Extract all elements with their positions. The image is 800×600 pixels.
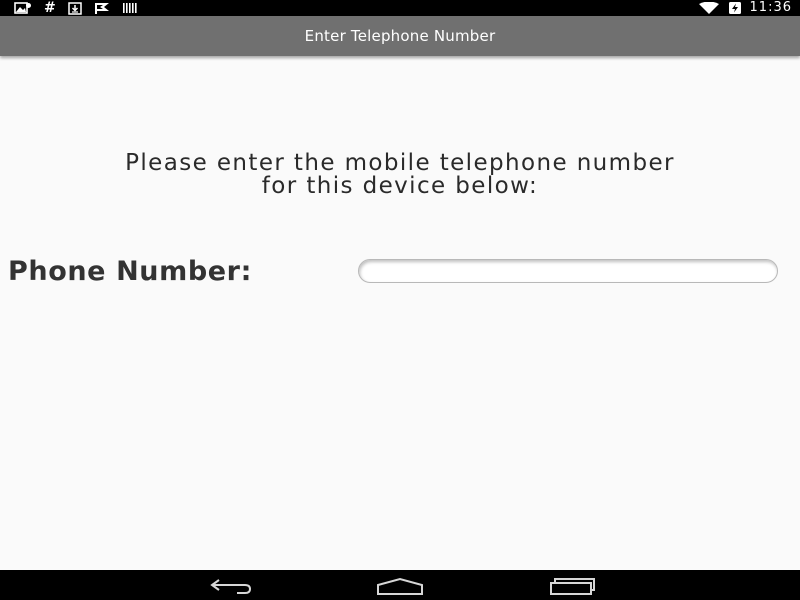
back-button[interactable] xyxy=(200,574,260,598)
home-button[interactable] xyxy=(370,574,430,598)
home-icon xyxy=(377,577,423,595)
notification-icons: # xyxy=(14,1,138,15)
download-icon xyxy=(67,1,82,15)
hash-notification-icon: # xyxy=(44,0,56,16)
page-title: Enter Telephone Number xyxy=(304,27,496,45)
flag-notification-icon xyxy=(94,3,109,14)
status-bar: # 11:36 xyxy=(0,0,800,16)
wifi-icon xyxy=(698,2,719,14)
barcode-icon xyxy=(122,3,137,13)
recent-apps-button[interactable] xyxy=(542,574,602,598)
instruction-line-2: for this device below: xyxy=(261,173,539,199)
recent-apps-icon xyxy=(550,578,595,595)
gallery-notification-icon xyxy=(14,2,31,14)
back-arrow-icon xyxy=(210,579,252,594)
navigation-bar xyxy=(0,570,800,600)
system-indicators: 11:36 xyxy=(698,0,792,16)
instruction-line-1: Please enter the mobile telephone number xyxy=(125,150,675,176)
action-bar: Enter Telephone Number xyxy=(0,16,800,56)
status-clock: 11:36 xyxy=(749,0,792,15)
phone-number-label: Phone Number: xyxy=(8,256,252,287)
battery-charging-icon xyxy=(728,2,741,14)
instruction-text: Please enter the mobile telephone number… xyxy=(0,152,800,198)
phone-number-input[interactable] xyxy=(358,259,778,283)
app-screen: # 11:36 Enter Telephone Number Please en… xyxy=(0,0,800,600)
